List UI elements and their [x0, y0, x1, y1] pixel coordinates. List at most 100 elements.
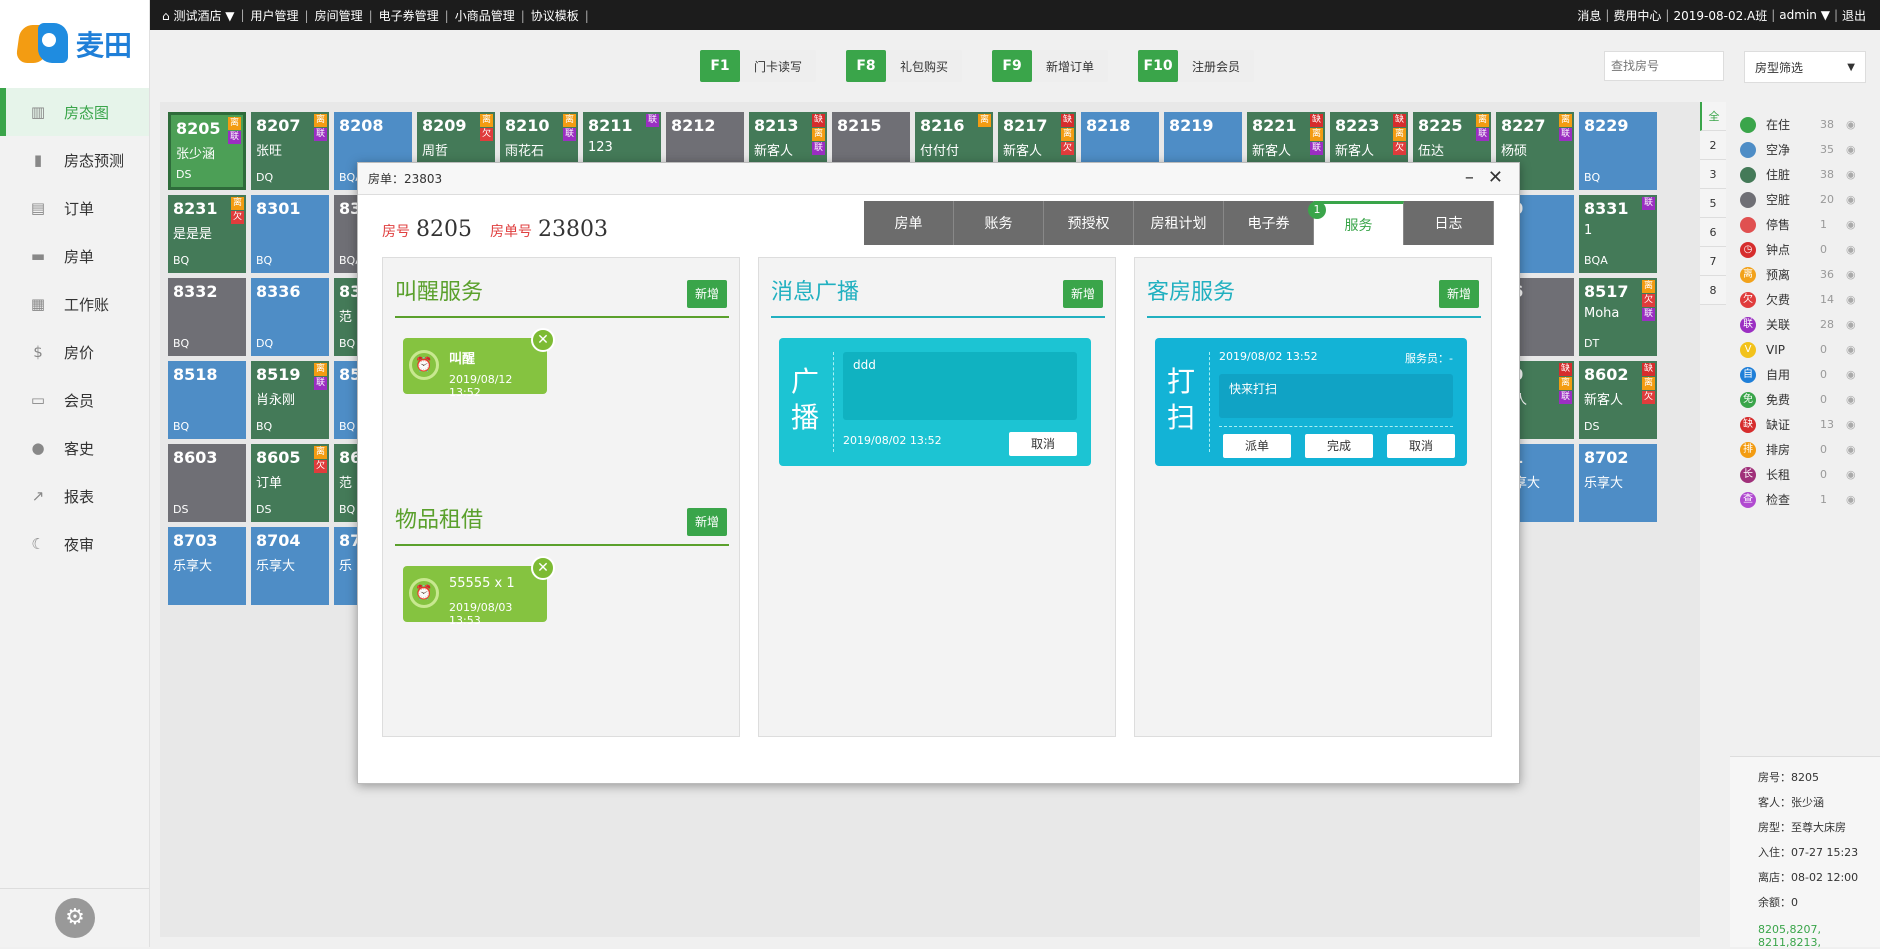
eye-icon[interactable]: ◉ — [1846, 393, 1856, 406]
eye-icon[interactable]: ◉ — [1846, 493, 1856, 506]
floor-tab-1[interactable]: 2 — [1700, 131, 1726, 160]
room-tile[interactable]: 8207 张旺 DQ 离联 — [251, 112, 329, 190]
add-housekeeping-button[interactable]: 新增 — [1439, 280, 1479, 308]
eye-icon[interactable]: ◉ — [1846, 468, 1856, 481]
tab-2[interactable]: 预授权 — [1044, 201, 1134, 245]
wake-card[interactable]: ⏰ 叫醒 2019/08/12 13:52 ✕ — [403, 328, 555, 399]
floor-tab-3[interactable]: 5 — [1700, 189, 1726, 218]
sidebar-item-6[interactable]: ▭ 会员 — [0, 376, 149, 424]
close-icon[interactable]: ✕ — [1488, 167, 1503, 188]
legend-item[interactable]: 离预离 36 ◉ — [1740, 262, 1870, 287]
room-tile[interactable]: 8205 张少涵 DS 离联 — [168, 112, 246, 190]
legend-item[interactable]: 自自用 0 ◉ — [1740, 362, 1870, 387]
add-wake-button[interactable]: 新增 — [687, 280, 727, 308]
room-tile[interactable]: 8301 BQ — [251, 195, 329, 273]
room-type-filter-select[interactable]: 房型筛选 ▼ — [1744, 51, 1866, 83]
housekeeping-cancel-button[interactable]: 取消 — [1387, 434, 1455, 458]
legend-item[interactable]: ◷ 钟点 0 ◉ — [1740, 237, 1870, 262]
legend-item[interactable]: V VIP 0 ◉ — [1740, 337, 1870, 362]
legend-item[interactable]: 免免费 0 ◉ — [1740, 387, 1870, 412]
room-tile[interactable]: 8702 乐享大 — [1579, 444, 1657, 522]
eye-icon[interactable]: ◉ — [1846, 218, 1856, 231]
topbar-item-0[interactable]: 用户管理 — [251, 9, 299, 23]
legend-item[interactable]: 住脏 38 ◉ — [1740, 162, 1870, 187]
room-tile[interactable]: 8231 是是是 BQ 离欠 — [168, 195, 246, 273]
topbar-item-1[interactable]: 房间管理 — [315, 9, 363, 23]
floor-tab-2[interactable]: 3 — [1700, 160, 1726, 189]
eye-icon[interactable]: ◉ — [1846, 143, 1856, 156]
eye-icon[interactable]: ◉ — [1846, 118, 1856, 131]
legend-item[interactable]: 查检查 1 ◉ — [1740, 487, 1870, 512]
fkey-button-f10[interactable]: F10 注册会员 — [1138, 50, 1255, 82]
sidebar-item-4[interactable]: ▦ 工作账 — [0, 280, 149, 328]
floor-tab-0[interactable]: 全 — [1700, 102, 1726, 131]
legend-item[interactable]: 长长租 0 ◉ — [1740, 462, 1870, 487]
topbar-right-item-3[interactable]: admin ▼ — [1779, 8, 1830, 22]
broadcast-cancel-button[interactable]: 取消 — [1009, 432, 1077, 456]
tab-6[interactable]: 日志 — [1404, 201, 1494, 245]
tab-0[interactable]: 房单 — [864, 201, 954, 245]
eye-icon[interactable]: ◉ — [1846, 443, 1856, 456]
legend-item[interactable]: 缺缺证 13 ◉ — [1740, 412, 1870, 437]
room-tile[interactable]: 8336 DQ — [251, 278, 329, 356]
housekeeping-done-button[interactable]: 完成 — [1305, 434, 1373, 458]
eye-icon[interactable]: ◉ — [1846, 418, 1856, 431]
room-search-input[interactable] — [1604, 51, 1724, 81]
room-tile[interactable]: 8332 BQ — [168, 278, 246, 356]
topbar-right-item-2[interactable]: 2019-08-02.A班 — [1673, 7, 1767, 24]
settings-gear-icon[interactable]: ⚙ — [55, 898, 95, 938]
room-tile[interactable]: 8602 新客人 DS 缺离欠 — [1579, 361, 1657, 439]
add-broadcast-button[interactable]: 新增 — [1063, 280, 1103, 308]
legend-item[interactable]: 停售 1 ◉ — [1740, 212, 1870, 237]
tab-3[interactable]: 房租计划 — [1134, 201, 1224, 245]
floor-tab-4[interactable]: 6 — [1700, 218, 1726, 247]
topbar-item-3[interactable]: 小商品管理 — [455, 9, 515, 23]
room-tile[interactable]: 8603 DS — [168, 444, 246, 522]
legend-item[interactable]: 排排房 0 ◉ — [1740, 437, 1870, 462]
legend-item[interactable]: 在住 38 ◉ — [1740, 112, 1870, 137]
floor-tab-6[interactable]: 8 — [1700, 276, 1726, 305]
fkey-button-f9[interactable]: F9 新增订单 — [992, 50, 1109, 82]
room-tile[interactable]: 8331 1 BQA 联 — [1579, 195, 1657, 273]
room-tile[interactable]: 8229 BQ — [1579, 112, 1657, 190]
eye-icon[interactable]: ◉ — [1846, 168, 1856, 181]
eye-icon[interactable]: ◉ — [1846, 243, 1856, 256]
legend-item[interactable]: 空脏 20 ◉ — [1740, 187, 1870, 212]
sidebar-item-8[interactable]: ↗ 报表 — [0, 472, 149, 520]
minimize-icon[interactable]: – — [1465, 167, 1474, 188]
sidebar-item-2[interactable]: ▤ 订单 — [0, 184, 149, 232]
room-tile[interactable]: 8605 订单 DS 离欠 — [251, 444, 329, 522]
eye-icon[interactable]: ◉ — [1846, 343, 1856, 356]
legend-item[interactable]: 欠欠费 14 ◉ — [1740, 287, 1870, 312]
tab-5[interactable]: 服务 — [1314, 201, 1404, 245]
rental-card[interactable]: ⏰ 55555 x 1 2019/08/03 13:53 ✕ — [403, 556, 555, 627]
topbar-right-item-0[interactable]: 消息 — [1577, 7, 1601, 24]
sidebar-item-3[interactable]: ▬ 房单 — [0, 232, 149, 280]
sidebar-item-5[interactable]: $ 房价 — [0, 328, 149, 376]
floor-tab-5[interactable]: 7 — [1700, 247, 1726, 276]
topbar-item-4[interactable]: 协议模板 — [531, 9, 579, 23]
sidebar-item-9[interactable]: ☾ 夜审 — [0, 520, 149, 568]
legend-item[interactable]: 空净 35 ◉ — [1740, 137, 1870, 162]
topbar-right-item-4[interactable]: 退出 — [1842, 7, 1866, 24]
tab-4[interactable]: 电子券 — [1224, 201, 1314, 245]
room-tile[interactable]: 8519 肖永刚 BQ 离联 — [251, 361, 329, 439]
eye-icon[interactable]: ◉ — [1846, 293, 1856, 306]
eye-icon[interactable]: ◉ — [1846, 193, 1856, 206]
eye-icon[interactable]: ◉ — [1846, 368, 1856, 381]
rental-card-remove-icon[interactable]: ✕ — [531, 556, 555, 580]
hotel-selector[interactable]: ⌂ 测试酒店 ▼ — [162, 7, 234, 24]
legend-item[interactable]: 联关联 28 ◉ — [1740, 312, 1870, 337]
sidebar-item-7[interactable]: ● 客史 — [0, 424, 149, 472]
room-tile[interactable]: 8517 Moha DT 离欠联 — [1579, 278, 1657, 356]
room-tile[interactable]: 8704 乐享大 — [251, 527, 329, 605]
room-tile[interactable]: 8703 乐享大 — [168, 527, 246, 605]
tab-1[interactable]: 账务 — [954, 201, 1044, 245]
eye-icon[interactable]: ◉ — [1846, 268, 1856, 281]
topbar-item-2[interactable]: 电子券管理 — [379, 9, 439, 23]
eye-icon[interactable]: ◉ — [1846, 318, 1856, 331]
fkey-button-f1[interactable]: F1 门卡读写 — [700, 50, 817, 82]
housekeeping-dispatch-button[interactable]: 派单 — [1223, 434, 1291, 458]
fkey-button-f8[interactable]: F8 礼包购买 — [846, 50, 963, 82]
sidebar-item-1[interactable]: ▮ 房态预测 — [0, 136, 149, 184]
